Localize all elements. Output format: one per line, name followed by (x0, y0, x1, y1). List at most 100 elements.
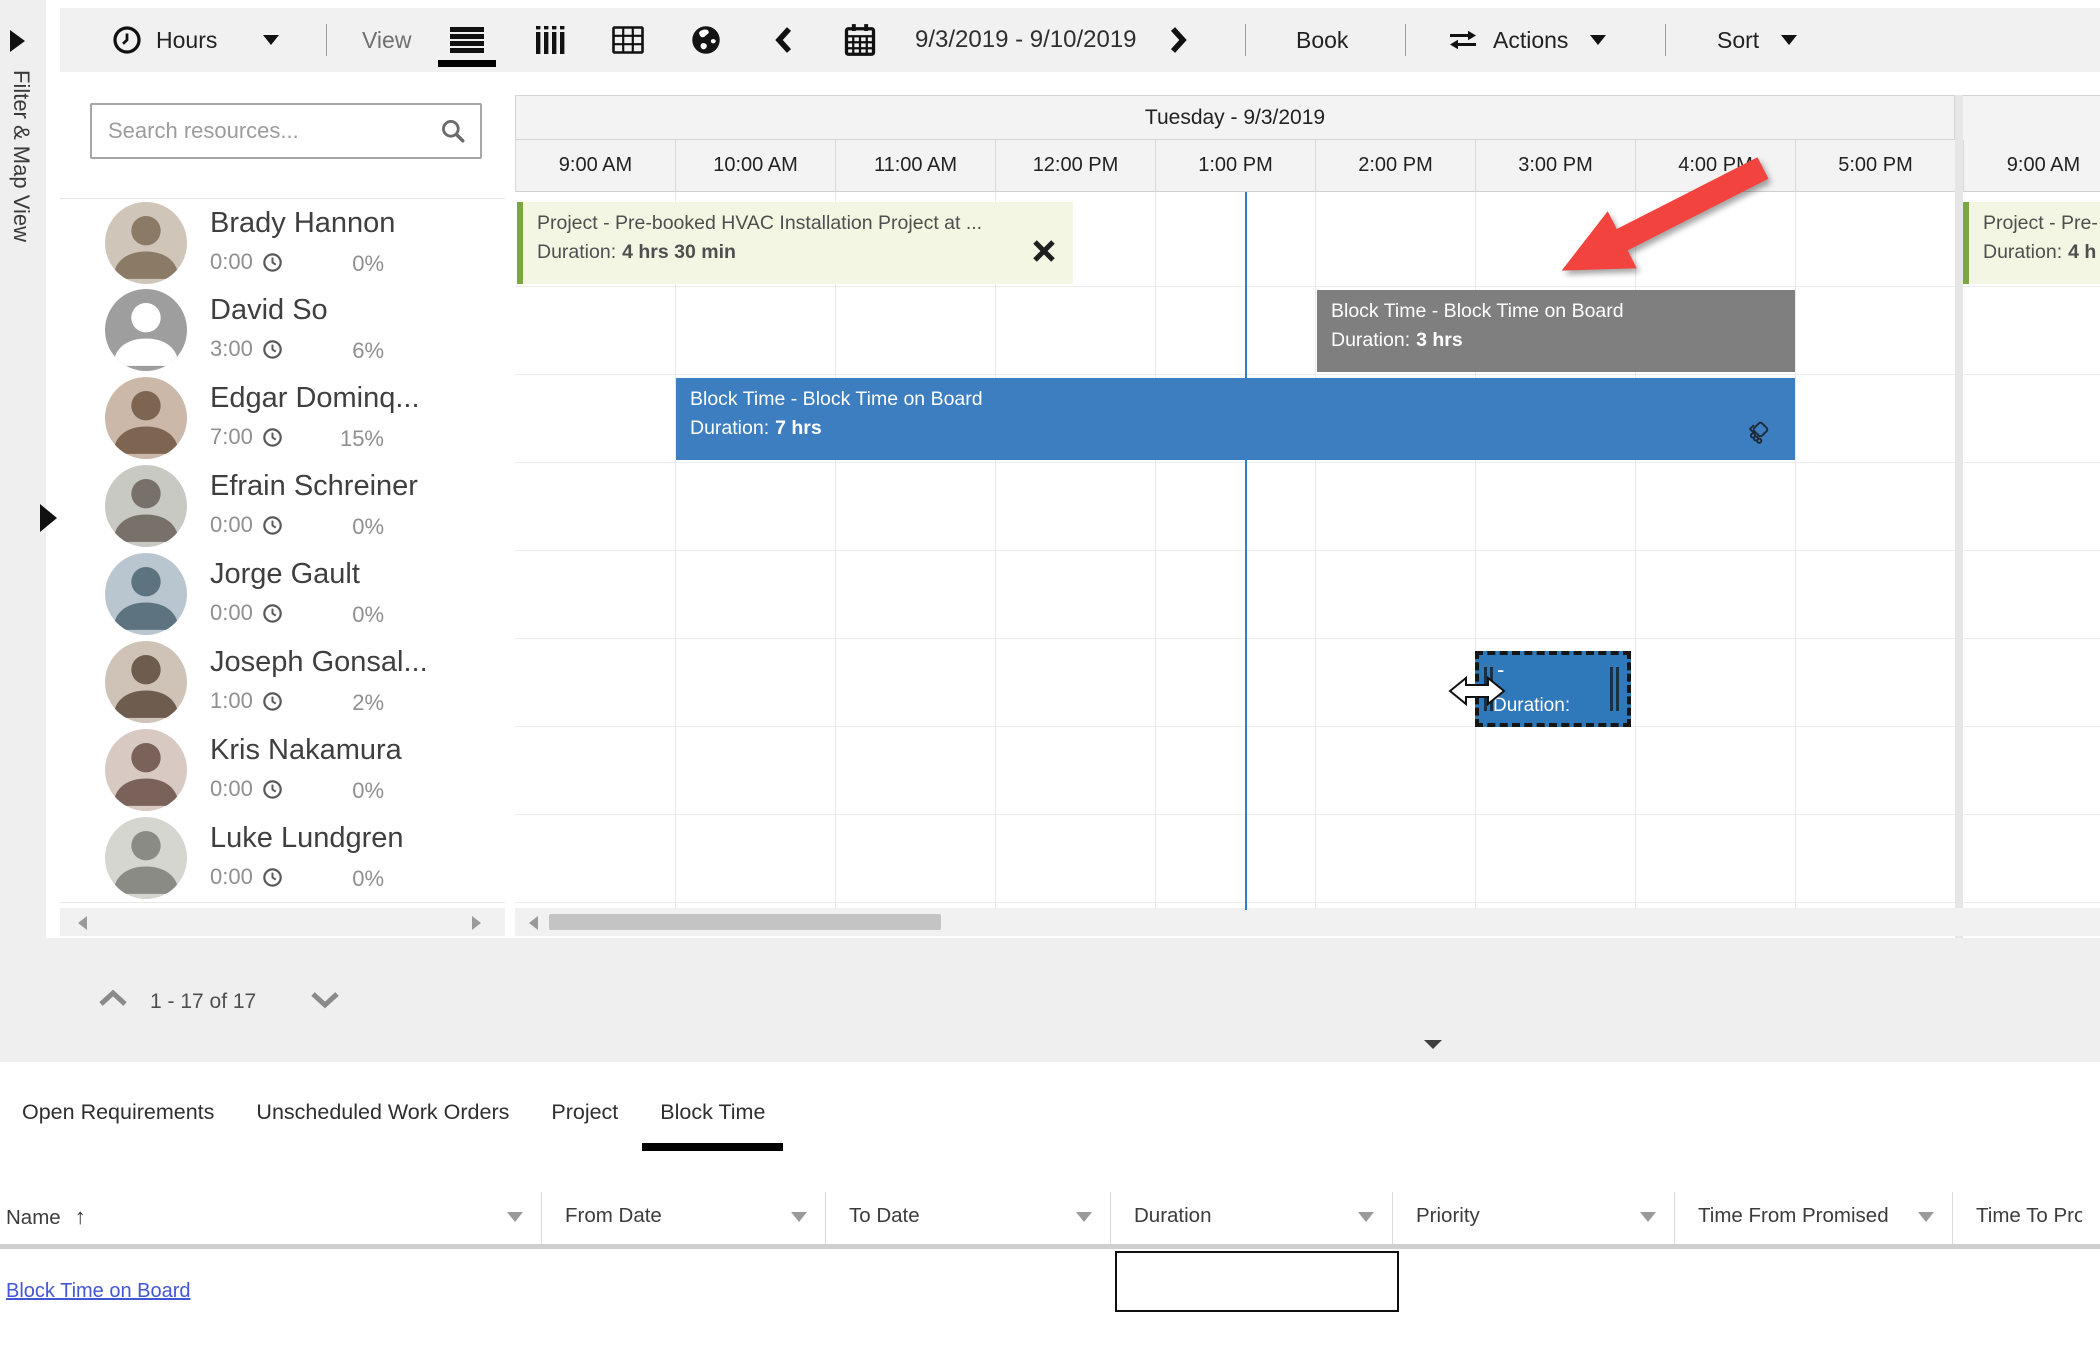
column-header-time-from-promised[interactable]: Time From Promised (1698, 1204, 1889, 1228)
event-title: Block Time - Block Time on Board (676, 378, 1795, 411)
resource-hours: 0:00 (210, 776, 283, 802)
block-time-row-link[interactable]: Block Time on Board (6, 1280, 191, 1303)
prev-period-button[interactable] (772, 8, 796, 72)
search-input[interactable] (92, 118, 440, 144)
gantt-scrollbar-thumb[interactable] (549, 914, 941, 930)
tab-block-time[interactable]: Block Time (660, 1100, 765, 1125)
hours-dropdown[interactable]: Hours (112, 8, 279, 72)
book-label: Book (1296, 27, 1348, 54)
sort-dropdown[interactable]: Sort (1717, 8, 1797, 72)
horizontal-resize-cursor-icon (1448, 674, 1506, 708)
day-header-label: Tuesday - 9/3/2019 (1145, 106, 1325, 130)
chevron-right-icon (1166, 26, 1190, 54)
grid-line (1155, 192, 1156, 910)
resource-row[interactable]: Brady Hannon 0:00 0% (60, 198, 505, 288)
actions-label: Actions (1493, 27, 1568, 54)
resource-row[interactable]: David So 3:00 6% (60, 286, 505, 375)
page-up-icon[interactable] (96, 988, 130, 1008)
bottom-panel: Open Requirements Unscheduled Work Orders… (0, 1062, 2100, 1357)
tab-open-requirements[interactable]: Open Requirements (22, 1100, 214, 1125)
scroll-left-icon[interactable] (78, 916, 87, 930)
column-header-priority[interactable]: Priority (1416, 1204, 1480, 1228)
grid-line (835, 192, 836, 910)
resource-row[interactable]: Jorge Gault 0:00 0% (60, 550, 505, 639)
column-menu-icon[interactable] (791, 1212, 807, 1222)
swap-arrows-icon (1447, 28, 1479, 52)
event-title: Project - Pre-booked HVAC Installation P… (523, 202, 1073, 235)
resource-hours: 1:00 (210, 688, 283, 714)
column-separator (1674, 1192, 1675, 1244)
time-slot-header: 12:00 PM (995, 140, 1155, 192)
chevron-down-icon (1590, 35, 1606, 45)
grid-line (1963, 638, 2100, 639)
table-header: Name↑ From Date To Date Duration Priority Tim… (0, 1190, 2100, 1244)
time-slot-header: 2:00 PM (1315, 140, 1475, 192)
column-menu-icon[interactable] (507, 1212, 523, 1222)
calendar-button[interactable] (842, 8, 878, 72)
resource-utilization: 0% (300, 602, 384, 628)
time-slot-header: 11:00 AM (835, 140, 995, 192)
current-time-line (1245, 192, 1247, 910)
resource-utilization: 2% (300, 690, 384, 716)
gantt-event-block-time-blue[interactable]: Block Time - Block Time on Board Duratio… (676, 378, 1795, 460)
filter-map-view-label[interactable]: Filter & Map View (8, 70, 34, 242)
collapse-panel-icon[interactable] (1424, 1040, 1442, 1049)
column-header-name[interactable]: Name↑ (6, 1204, 86, 1230)
handshake-icon (1745, 418, 1773, 446)
pagination-band: 1 - 17 of 17 (0, 938, 2100, 1062)
clock-small-icon (262, 603, 283, 624)
resource-row[interactable]: Edgar Dominq... 7:00 15% (60, 374, 505, 463)
resource-utilization: 0% (300, 251, 384, 277)
resource-row[interactable]: Joseph Gonsal... 1:00 2% (60, 638, 505, 727)
column-separator (825, 1192, 826, 1244)
resource-row[interactable]: Kris Nakamura 0:00 0% (60, 726, 505, 815)
day-divider (1955, 95, 1963, 938)
expand-filter-panel-icon[interactable] (10, 30, 25, 52)
chevron-down-icon (263, 35, 279, 45)
scroll-right-icon[interactable] (472, 916, 481, 930)
column-menu-icon[interactable] (1918, 1212, 1934, 1222)
divider (1405, 24, 1406, 56)
resource-panel-expand-icon[interactable] (40, 504, 57, 532)
grid-line (1963, 286, 2100, 287)
page-down-icon[interactable] (308, 990, 342, 1010)
resource-scrollbar[interactable] (60, 908, 505, 936)
resource-search[interactable] (90, 103, 482, 159)
view-grid-button[interactable] (612, 8, 644, 72)
column-menu-icon[interactable] (1076, 1212, 1092, 1222)
column-menu-icon[interactable] (1640, 1212, 1656, 1222)
clock-icon (112, 25, 142, 55)
tab-unscheduled-work-orders[interactable]: Unscheduled Work Orders (256, 1100, 509, 1125)
gantt-event-hvac-project[interactable]: Project - Pre-booked HVAC Installation P… (517, 202, 1073, 284)
resource-hours: 0:00 (210, 512, 283, 538)
tab-project[interactable]: Project (551, 1100, 618, 1125)
actions-dropdown[interactable]: Actions (1447, 8, 1606, 72)
clock-small-icon (262, 515, 283, 536)
grid-line (1963, 726, 2100, 727)
column-header-duration[interactable]: Duration (1134, 1204, 1212, 1228)
resource-row[interactable]: Luke Lundgren 0:00 0% (60, 814, 505, 903)
resource-panel: Brady Hannon 0:00 0% David So 3:00 6% (60, 78, 505, 938)
column-menu-icon[interactable] (1358, 1212, 1374, 1222)
red-arrow-annotation (1535, 140, 1805, 310)
hours-label: Hours (156, 27, 217, 54)
next-period-button[interactable] (1166, 8, 1190, 72)
sort-label: Sort (1717, 27, 1759, 54)
gantt-event-next-day-project[interactable]: Project - Pre- Duration:4 h (1963, 202, 2100, 284)
scroll-left-icon[interactable] (529, 916, 538, 930)
sort-ascending-icon: ↑ (75, 1204, 86, 1229)
avatar (105, 817, 187, 899)
column-header-to-date[interactable]: To Date (849, 1204, 920, 1228)
map-button[interactable] (690, 8, 722, 72)
duration-edit-cell[interactable] (1115, 1251, 1399, 1312)
column-header-time-to-pro[interactable]: Time To Pro (1976, 1204, 2082, 1228)
column-header-from-date[interactable]: From Date (565, 1204, 662, 1228)
view-columns-button[interactable] (532, 8, 568, 72)
column-separator (1110, 1192, 1111, 1244)
resize-handle-right[interactable] (1610, 667, 1622, 711)
resource-row[interactable]: Efrain Schreiner 0:00 0% (60, 462, 505, 551)
gantt-scrollbar[interactable] (515, 908, 2100, 936)
resource-name: Efrain Schreiner (210, 470, 418, 503)
dismiss-icon[interactable] (1031, 238, 1057, 264)
book-button[interactable]: Book (1296, 8, 1348, 72)
